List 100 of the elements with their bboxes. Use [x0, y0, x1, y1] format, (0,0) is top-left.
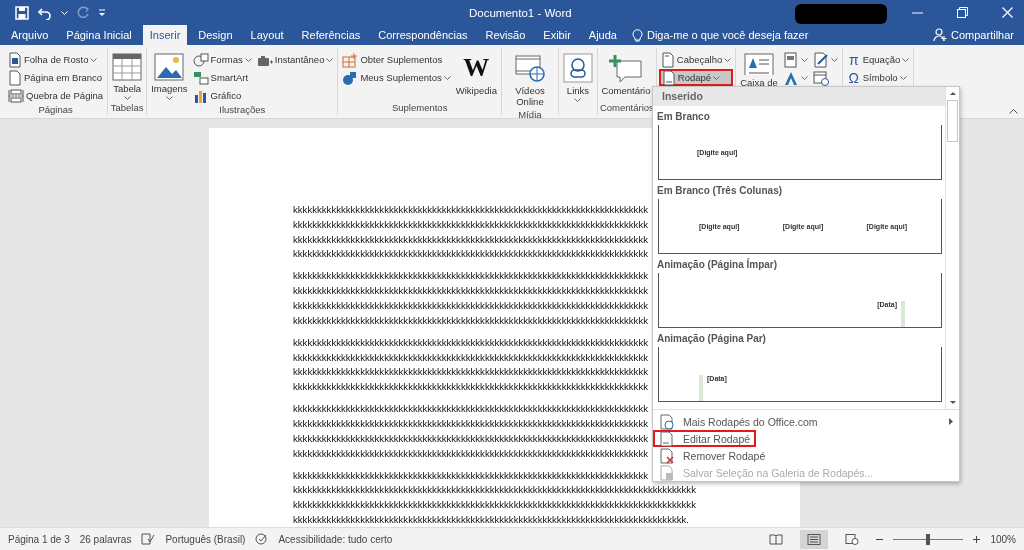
ribbon-button[interactable]: Comentário — [599, 51, 652, 98]
text-line: kkkkkkkkkkkkkkkkkkkkkkkkkkkkkkkkkkkkkkkkkkkkkkkkkkkkkkkkkkkkkkkkkkkkkkkkkk — [293, 417, 648, 429]
person-plus-icon — [933, 28, 948, 42]
text-line: kkkkkkkkkkkkkkkkkkkkkkkkkkkkkkkkkkkkkkkkkkkkkkkkkkkkkkkkkkkkkkkkkkkkkkkkkk — [293, 403, 648, 415]
text-line: kkkkkkkkkkkkkkkkkkkkkkkkkkkkkkkkkkkkkkkkkkkkkkkkkkkkkkkkkkkkkkkkkkkkkkkkkk — [293, 447, 648, 459]
group-label: Ilustrações — [218, 104, 267, 116]
caret-icon[interactable] — [61, 10, 68, 15]
status-text[interactable]: Página 1 de 3 — [8, 533, 70, 545]
undo-icon[interactable] — [38, 5, 52, 20]
scrollbar-thumb[interactable] — [947, 100, 958, 142]
gallery-item-title: Em Branco — [656, 110, 711, 124]
ribbon-button[interactable]: Meus Suplementos — [340, 69, 453, 86]
status-text[interactable]: Acessibilidade: tudo certo — [278, 533, 393, 545]
menu-item[interactable]: Remover Rodapé — [653, 447, 772, 464]
ribbon-button[interactable]: Vídeos Online — [503, 51, 556, 109]
text-line: kkkkkkkkkkkkkkkkkkkkkkkkkkkkkkkkkkkkkkkkkkkkkkkkkkkkkkkkkkkkkkkkkkkkkkkkkk — [293, 381, 648, 393]
ribbon-button[interactable]: Tabela — [110, 51, 145, 102]
comment-plus-icon — [608, 53, 643, 83]
ribbon-button[interactable]: W Wikipedia — [453, 51, 499, 98]
text-line: kkkkkkkkkkkkkkkkkkkkkkkkkkkkkkkkkkkkkkkkkkkkkkkkkkkkkkkkkkkkkkkkkkkkkkkkkkkkkkkkkk. — [293, 513, 689, 525]
image-icon — [154, 53, 185, 81]
text-box-icon — [743, 53, 774, 75]
page-break-icon — [8, 87, 24, 104]
text-line: kkkkkkkkkkkkkkkkkkkkkkkkkkkkkkkkkkkkkkkkkkkkkkkkkkkkkkkkkkkkkkkkkkkkkkkkkk — [293, 351, 648, 363]
ribbon-tab[interactable]: Layout — [243, 25, 291, 45]
text-line: kkkkkkkkkkkkkkkkkkkkkkkkkkkkkkkkkkkkkkkkkkkkkkkkkkkkkkkkkkkkkkkkkkkkkkkkkk — [293, 469, 648, 481]
page-globe-icon — [659, 413, 675, 430]
plus-icon — [973, 535, 981, 543]
share-button[interactable]: Compartilhar — [923, 25, 1024, 45]
ribbon-button[interactable]: Instantâneo — [254, 51, 336, 68]
text-line: kkkkkkkkkkkkkkkkkkkkkkkkkkkkkkkkkkkkkkkkkkkkkkkkkkkkkkkkkkkkkkkkkkkkkkkkkk — [293, 270, 648, 282]
ribbon-button[interactable]: Folha de Rosto — [6, 51, 106, 68]
zoom-slider-thumb[interactable] — [926, 533, 931, 545]
text-line: kkkkkkkkkkkkkkkkkkkkkkkkkkkkkkkkkkkkkkkkkkkkkkkkkkkkkkkkkkkkkkkkkkkkkkkkkk — [293, 233, 648, 245]
redo-icon[interactable] — [77, 6, 90, 19]
cover-page-icon — [8, 51, 22, 68]
blank-page-icon — [8, 69, 22, 86]
save-icon[interactable] — [15, 5, 29, 20]
ribbon-button[interactable]: Rodapé — [658, 69, 734, 86]
ribbon-button[interactable]: Imagens — [149, 51, 190, 102]
ribbon-button[interactable]: Links — [560, 51, 595, 104]
section-header: Inserido — [653, 87, 945, 106]
text-line: kkkkkkkkkkkkkkkkkkkkkkkkkkkkkkkkkkkkkkkkkkkkkkkkkkkkkkkkkkkkkkkkkkkkkkkkkk — [293, 204, 648, 215]
ribbon-tab[interactable]: Exibir — [536, 25, 578, 45]
proofing-icon[interactable] — [141, 533, 156, 545]
ribbon-button[interactable]: SmartArt — [190, 69, 254, 86]
lightbulb-icon — [631, 27, 643, 42]
ribbon-tab[interactable]: Inserir — [142, 25, 188, 45]
ribbon-button[interactable]: Ω Símbolo — [844, 69, 912, 86]
add-ins-icon — [342, 69, 359, 86]
menu-item[interactable]: Mais Rodapés do Office.com — [653, 413, 959, 430]
group-label: Tabelas — [110, 102, 145, 115]
text-line: kkkkkkkkkkkkkkkkkkkkkkkkkkkkkkkkkkkkkkkkkkkkkkkkkkkkkkkkkkkkkkkkkkkkkkkkkk — [293, 248, 648, 260]
tell-me-search[interactable]: Diga-me o que você deseja fazer — [646, 25, 809, 45]
ribbon-tab[interactable]: Ajuda — [581, 25, 624, 45]
page-icon — [659, 430, 675, 447]
accent-bar — [699, 375, 703, 401]
ribbon-button[interactable]: Formas — [190, 51, 254, 68]
close-icon[interactable] — [1002, 7, 1013, 18]
table-icon — [112, 53, 143, 81]
shapes-icon — [192, 51, 209, 68]
ribbon-button[interactable]: Quebra de Página — [6, 87, 106, 104]
ribbon-tab[interactable]: Arquivo — [4, 25, 56, 45]
minimize-icon[interactable] — [912, 11, 923, 14]
text-line: kkkkkkkkkkkkkkkkkkkkkkkkkkkkkkkkkkkkkkkkkkkkkkkkkkkkkkkkkkkkkkkkkkkkkkkkkkkkkkkkkkkk — [293, 499, 696, 511]
accessibility-icon[interactable] — [255, 533, 269, 545]
group-label: Suplementos — [390, 102, 449, 115]
text-line: kkkkkkkkkkkkkkkkkkkkkkkkkkkkkkkkkkkkkkkkkkkkkkkkkkkkkkkkkkkkkkkkkkkkkkkkkk — [293, 300, 648, 311]
scrollbar[interactable] — [945, 87, 959, 409]
text-line: kkkkkkkkkkkkkkkkkkkkkkkkkkkkkkkkkkkkkkkkkkkkkkkkkkkkkkkkkkkkkkkkkkkkkkkkkk — [293, 432, 648, 444]
gallery-item-title: Em Branco (Três Colunas) — [656, 184, 784, 198]
customize-menu-icon[interactable] — [99, 8, 105, 17]
collapse-ribbon-icon[interactable] — [1009, 109, 1018, 114]
ribbon-button[interactable]: π Equação — [844, 51, 912, 68]
quick-parts-icon — [782, 51, 799, 68]
status-text[interactable]: Português (Brasil) — [165, 533, 246, 545]
group-label: Mídia — [517, 109, 543, 121]
page-lines-icon — [807, 533, 822, 545]
ribbon-tab[interactable]: Página Inicial — [59, 25, 139, 45]
text-line: kkkkkkkkkkkkkkkkkkkkkkkkkkkkkkkkkkkkkkkkkkkkkkkkkkkkkkkkkkkkkkkkkkkkkkkkkk — [293, 314, 648, 326]
ribbon-tab[interactable]: Revisão — [478, 25, 533, 45]
menu-item[interactable]: Editar Rodapé — [653, 430, 757, 447]
status-text[interactable]: 26 palavras — [79, 533, 132, 545]
ribbon-tab[interactable]: Correspondências — [371, 25, 475, 45]
group-label: Comentários — [599, 102, 654, 115]
restore-icon[interactable] — [957, 7, 968, 18]
minus-icon — [876, 538, 884, 540]
ribbon-button[interactable]: Página em Branco — [6, 69, 106, 86]
zoom-in-button[interactable] — [973, 534, 981, 544]
view-mode-button[interactable] — [800, 529, 829, 549]
ribbon-button[interactable]: Obter Suplementos — [340, 51, 453, 68]
page-delete-icon — [659, 447, 675, 464]
zoom-level-text[interactable]: 100% — [990, 533, 1016, 545]
ribbon-button[interactable]: Cabeçalho — [658, 51, 734, 68]
gallery-item-title: Animação (Página Ímpar) — [656, 257, 779, 272]
ribbon-tab[interactable]: Referências — [294, 25, 368, 45]
ribbon-button[interactable]: Gráfico — [190, 87, 254, 104]
signature-line-icon — [812, 51, 829, 68]
text-line: kkkkkkkkkkkkkkkkkkkkkkkkkkkkkkkkkkkkkkkkkkkkkkkkkkkkkkkkkkkkkkkkkkkkkkkkkk — [293, 218, 648, 230]
ribbon-tab[interactable]: Design — [191, 25, 240, 45]
